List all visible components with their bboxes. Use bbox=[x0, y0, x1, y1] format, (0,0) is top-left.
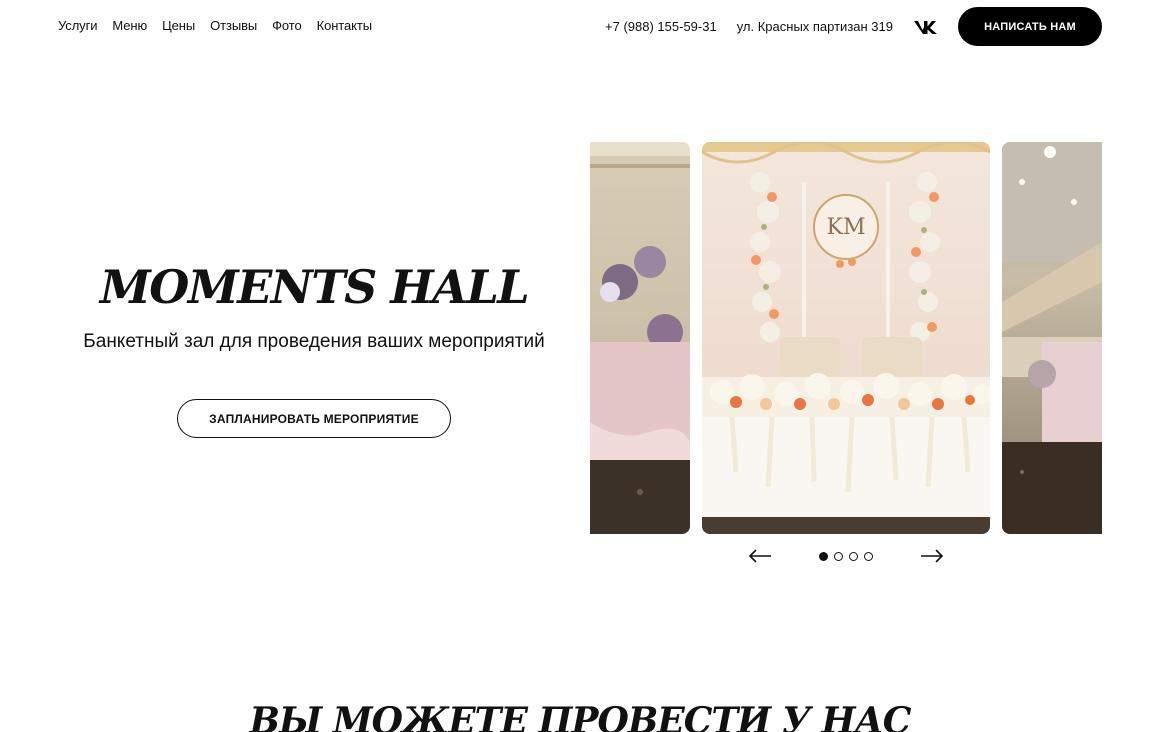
hero-title: MOMENTS HALL bbox=[99, 260, 530, 314]
gallery-dots bbox=[819, 552, 873, 561]
arrow-left-icon[interactable] bbox=[747, 545, 773, 567]
plan-event-button[interactable]: ЗАПЛАНИРОВАТЬ МЕРОПРИЯТИЕ bbox=[177, 399, 451, 439]
hero-subtitle: Банкетный зал для проведения ваших мероп… bbox=[83, 331, 545, 353]
gallery-dot[interactable] bbox=[834, 552, 843, 561]
nav-link-photo[interactable]: Фото bbox=[272, 18, 302, 33]
nav-link-prices[interactable]: Цены bbox=[162, 18, 195, 33]
banquet-hall-interior-photo bbox=[1002, 142, 1102, 534]
nav-link-contacts[interactable]: Контакты bbox=[317, 18, 372, 33]
gallery-dot[interactable] bbox=[849, 552, 858, 561]
wedding-table-flowers-photo: KM bbox=[702, 142, 990, 534]
gallery-controls bbox=[590, 545, 1102, 569]
header-contacts: +7 (988) 155-59-31 ул. Красных партизан … bbox=[605, 7, 1102, 46]
monogram-text: KM bbox=[827, 215, 866, 240]
section-title: ВЫ МОЖЕТЕ ПРОВЕСТИ У НАС bbox=[249, 700, 912, 732]
address-text: ул. Красных партизан 319 bbox=[736, 19, 893, 34]
vk-icon[interactable] bbox=[913, 19, 939, 35]
gallery-dot[interactable] bbox=[819, 552, 828, 561]
nav-link-services[interactable]: Услуги bbox=[58, 18, 97, 33]
nav-link-reviews[interactable]: Отзывы bbox=[210, 18, 257, 33]
hero: MOMENTS HALL Банкетный зал для проведени… bbox=[60, 260, 568, 439]
main-nav: Услуги Меню Цены Отзывы Фото Контакты bbox=[58, 18, 372, 33]
hall-side-table-photo bbox=[590, 142, 690, 534]
photo-gallery: KM bbox=[590, 142, 1102, 534]
site-header: Услуги Меню Цены Отзывы Фото Контакты +7… bbox=[0, 0, 1160, 52]
phone-link[interactable]: +7 (988) 155-59-31 bbox=[605, 19, 717, 34]
write-us-button[interactable]: НАПИСАТЬ НАМ bbox=[958, 7, 1102, 46]
arrow-right-icon[interactable] bbox=[919, 545, 945, 567]
gallery-dot[interactable] bbox=[864, 552, 873, 561]
nav-link-menu[interactable]: Меню bbox=[112, 18, 147, 33]
